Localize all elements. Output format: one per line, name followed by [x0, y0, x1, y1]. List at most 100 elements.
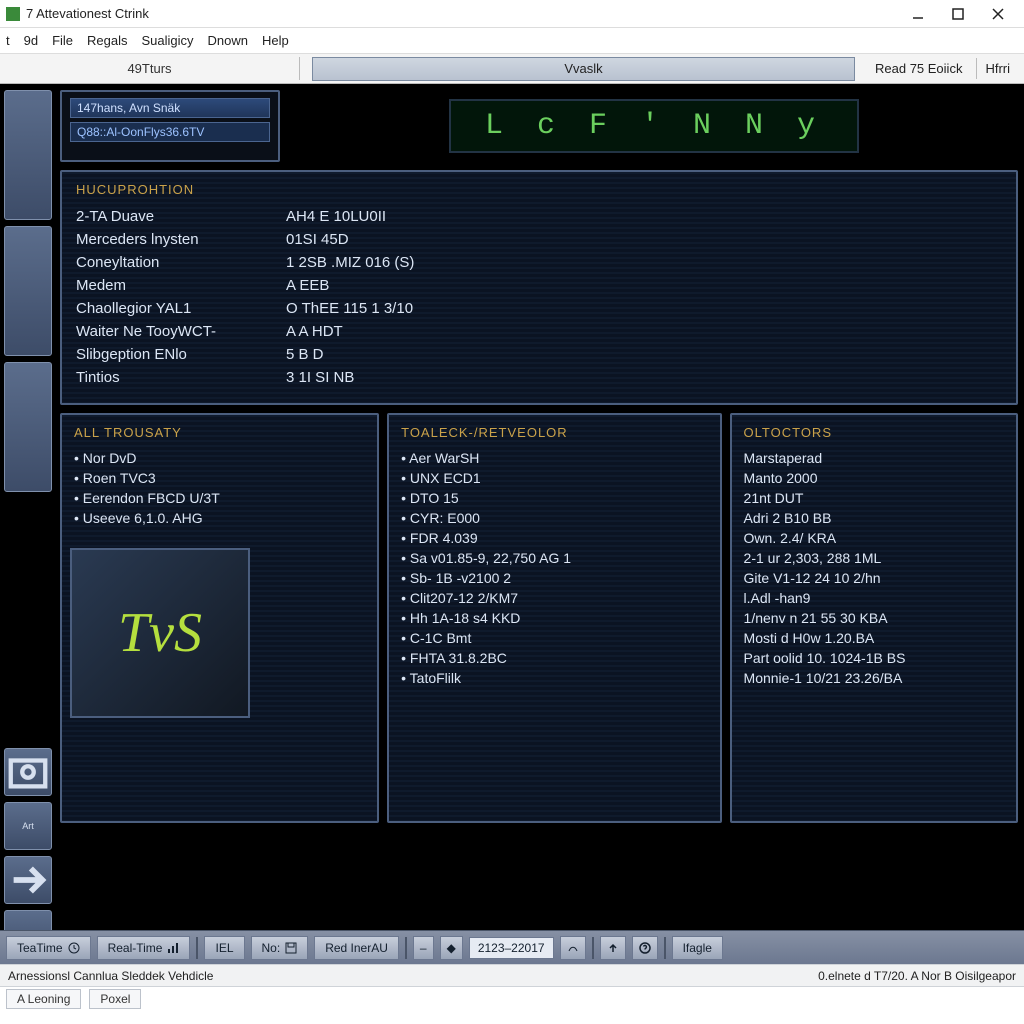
tool-button[interactable]: Art — [4, 802, 52, 850]
menu-item[interactable]: Regals — [87, 33, 127, 48]
list-item: Roen TVC3 — [74, 468, 365, 488]
top-tab-strip: 49Tturs Vvaslk Read 75 Eoiick Hfrri — [0, 54, 1024, 84]
list-item: C-1C Bmt — [401, 628, 707, 648]
list-item: Eerendon FBCD U/3T — [74, 488, 365, 508]
list-item: 1/nenv n 21 55 30 KBA — [744, 608, 1004, 628]
taskbar-button[interactable]: TeaTime — [6, 936, 91, 960]
info-chip: 147hans, Avn Snäk Q88::Al-OonFlys36.6TV — [60, 90, 280, 162]
info-row: Tintios3 1I SI NB — [76, 366, 1002, 389]
right-tab[interactable]: Hfrri — [976, 58, 1018, 79]
status-button[interactable]: Poxel — [89, 989, 141, 1009]
list-item: Sa v01.85-9, 22,750 AG 1 — [401, 548, 707, 568]
tool-button[interactable] — [4, 90, 52, 220]
list-item: Adri 2 B10 BB — [744, 508, 1004, 528]
menu-item[interactable]: Dnown — [208, 33, 248, 48]
status-button[interactable]: A Leoning — [6, 989, 81, 1009]
list-item: Hh 1A-18 s4 KKD — [401, 608, 707, 628]
list-item: Mosti d H0w 1.20.BA — [744, 628, 1004, 648]
menu-item-file[interactable]: File — [52, 33, 73, 48]
left-tab[interactable]: 49Tturs — [0, 57, 300, 80]
minimize-button[interactable] — [898, 2, 938, 26]
list-item: UNX ECD1 — [401, 468, 707, 488]
help-icon — [639, 942, 651, 954]
list-item: CYR: E000 — [401, 508, 707, 528]
help-button[interactable] — [632, 936, 658, 960]
title-bar: 7 Attevationest Ctrink — [0, 0, 1024, 28]
window-title: 7 Attevationest Ctrink — [26, 6, 898, 21]
clock-icon — [68, 942, 80, 954]
all-trousaty-panel: ALL TROUSATY Nor DvD Roen TVC3 Eerendon … — [60, 413, 379, 823]
list-item: l.Adl -han9 — [744, 588, 1004, 608]
menu-item-help[interactable]: Help — [262, 33, 289, 48]
range-field[interactable]: 2123–22017 — [469, 937, 554, 959]
list-item: Monnie-1 10/21 23.26/BA — [744, 668, 1004, 688]
info-row: Merceders lnysten01SI 45D — [76, 228, 1002, 251]
center-button[interactable]: Vvaslk — [312, 57, 855, 81]
save-icon — [285, 942, 297, 954]
list-item: Part oolid 10. 1024-1B BS — [744, 648, 1004, 668]
bottom-taskbar: TeaTime Real-Time IEL No: Red InerAU – ◆… — [0, 930, 1024, 964]
list-item: Sb- 1B -v2100 2 — [401, 568, 707, 588]
upload-button[interactable] — [600, 936, 626, 960]
list-item: 21nt DUT — [744, 488, 1004, 508]
taskbar-button[interactable]: IEL — [204, 936, 244, 960]
info-row: Chaollegior YAL1O ThEE 115 1 3/10 — [76, 297, 1002, 320]
marker-icon: ◆ — [440, 936, 463, 960]
menu-item[interactable]: t — [6, 33, 10, 48]
list-item: Aer WarSH — [401, 448, 707, 468]
list-item: TatoFlilk — [401, 668, 707, 688]
tool-button[interactable] — [4, 362, 52, 492]
section-title: OLTOCTORS — [744, 425, 1004, 440]
status-bar: Arnessionsl Cannlua Sleddek Vehdicle 0.e… — [0, 964, 1024, 986]
info-chip-line1: 147hans, Avn Snäk — [70, 98, 270, 118]
section-title: HUCUPROHTION — [76, 182, 1002, 197]
list-item: DTO 15 — [401, 488, 707, 508]
signal-icon — [167, 942, 179, 954]
decrement-button[interactable]: – — [413, 936, 434, 960]
list-item: FHTA 31.8.2BC — [401, 648, 707, 668]
menu-item[interactable]: Sualigicy — [142, 33, 194, 48]
info-row: Slibgeption ENlo5 B D — [76, 343, 1002, 366]
taskbar-button[interactable]: Ifagle — [672, 936, 723, 960]
maximize-button[interactable] — [938, 2, 978, 26]
menu-bar: t 9d File Regals Sualigicy Dnown Help — [0, 28, 1024, 54]
up-arrow-icon — [607, 942, 619, 954]
logo-text: TvS — [118, 601, 202, 665]
list-item: FDR 4.039 — [401, 528, 707, 548]
info-row: 2-TA DuaveAH4 E 10LU0II — [76, 205, 1002, 228]
information-panel: HUCUPROHTION 2-TA DuaveAH4 E 10LU0II Mer… — [60, 170, 1018, 405]
status-right: 0.elnete d T7/20. A Nor B Oisilgeapor — [818, 969, 1016, 983]
status-left: Arnessionsl Cannlua Sleddek Vehdicle — [8, 969, 213, 983]
list-item: Own. 2.4/ KRA — [744, 528, 1004, 548]
list-item: Nor DvD — [74, 448, 365, 468]
signal-icon — [560, 936, 586, 960]
list-item: Clit207-12 2/KM7 — [401, 588, 707, 608]
list-item: Manto 2000 — [744, 468, 1004, 488]
lcd-display: L c F ' N N y — [449, 99, 859, 153]
taskbar-button[interactable]: Red InerAU — [314, 936, 399, 960]
app-icon — [6, 7, 20, 21]
menu-item[interactable]: 9d — [24, 33, 38, 48]
lcd-area: L c F ' N N y — [290, 90, 1018, 162]
tool-button[interactable] — [4, 748, 52, 796]
close-button[interactable] — [978, 2, 1018, 26]
left-toolbar: Art — [4, 90, 54, 958]
next-button[interactable] — [4, 856, 52, 904]
info-row: Coneyltation1 2SB .MIZ 016 (S) — [76, 251, 1002, 274]
list-item: Marstaperad — [744, 448, 1004, 468]
list-item: Gite V1-12 24 10 2/hn — [744, 568, 1004, 588]
toaleck-panel: TOALECK-/RETVEOLOR Aer WarSH UNX ECD1 DT… — [387, 413, 721, 823]
info-chip-line2: Q88::Al-OonFlys36.6TV — [70, 122, 270, 142]
taskbar-button[interactable]: Real-Time — [97, 936, 191, 960]
info-row: MedemA EEB — [76, 274, 1002, 297]
tool-button[interactable] — [4, 226, 52, 356]
section-title: TOALECK-/RETVEOLOR — [401, 425, 707, 440]
logo-box: TvS — [70, 548, 250, 718]
taskbar-button[interactable]: No: — [251, 936, 309, 960]
work-area: Art 147hans, Avn Snäk Q88::Al-OonFlys36.… — [0, 84, 1024, 964]
oltoctors-panel: OLTOCTORS Marstaperad Manto 2000 21nt DU… — [730, 413, 1018, 823]
list-item: 2-1 ur 2,303, 288 1ML — [744, 548, 1004, 568]
right-tab[interactable]: Read 75 Eoiick — [867, 58, 970, 79]
info-row: Waiter Ne TooyWCT-A A HDT — [76, 320, 1002, 343]
list-item: Useeve 6,1.0. AHG — [74, 508, 365, 528]
